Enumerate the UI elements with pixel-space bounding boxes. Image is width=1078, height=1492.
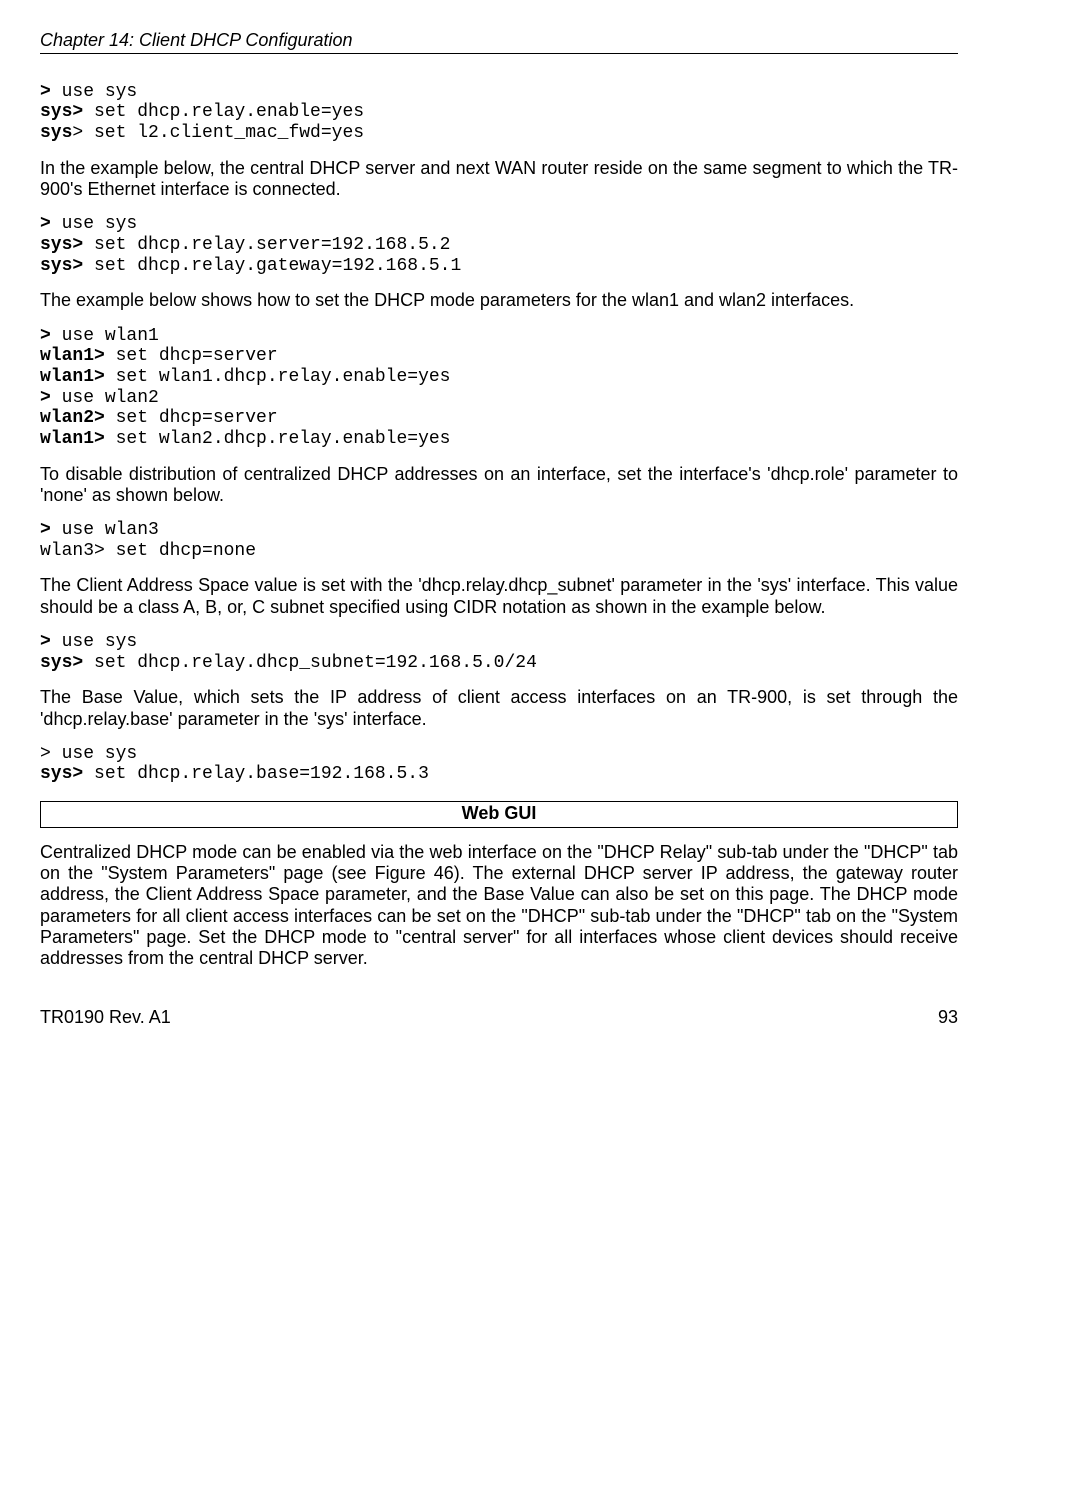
footer-doc-rev: TR0190 Rev. A1: [40, 1007, 171, 1028]
paragraph: To disable distribution of centralized D…: [40, 464, 958, 506]
web-gui-heading: Web GUI: [40, 801, 958, 828]
code-block-5: > use sys sys> set dhcp.relay.dhcp_subne…: [40, 632, 958, 673]
cmd: use sys: [51, 82, 137, 102]
code-block-4: > use wlan3 wlan3> set dhcp=none: [40, 520, 958, 561]
prompt: >: [40, 632, 51, 652]
cmd: use wlan3: [51, 520, 159, 540]
paragraph: In the example below, the central DHCP s…: [40, 158, 958, 200]
cmd: set wlan1.dhcp.relay.enable=yes: [105, 367, 451, 387]
paragraph: The example below shows how to set the D…: [40, 290, 958, 311]
code-block-1: > use sys sys> set dhcp.relay.enable=yes…: [40, 82, 958, 144]
cmd: use wlan2: [51, 388, 159, 408]
chapter-header: Chapter 14: Client DHCP Configuration: [40, 30, 958, 51]
prompt: wlan1>: [40, 429, 105, 449]
cmd: set dhcp.relay.enable=yes: [83, 102, 364, 122]
cmd: set dhcp.relay.dhcp_subnet=192.168.5.0/2…: [83, 653, 537, 673]
prompt: sys>: [40, 256, 83, 276]
header-rule: [40, 53, 958, 54]
cmd: > use sys: [40, 744, 137, 764]
prompt: >: [40, 388, 51, 408]
cmd: set dhcp.relay.base=192.168.5.3: [83, 764, 429, 784]
prompt: >: [40, 520, 51, 540]
cmd: set dhcp=server: [105, 408, 278, 428]
prompt: >: [40, 214, 51, 234]
cmd: use wlan1: [51, 326, 159, 346]
prompt: sys>: [40, 764, 83, 784]
cmd: set wlan2.dhcp.relay.enable=yes: [105, 429, 451, 449]
prompt: sys: [40, 123, 72, 143]
prompt: sys>: [40, 235, 83, 255]
cmd: set dhcp.relay.gateway=192.168.5.1: [83, 256, 461, 276]
cmd: use sys: [51, 632, 137, 652]
page-footer: TR0190 Rev. A1 93: [40, 1007, 958, 1028]
cmd: wlan3> set dhcp=none: [40, 541, 256, 561]
prompt: wlan1>: [40, 367, 105, 387]
cmd: set dhcp.relay.server=192.168.5.2: [83, 235, 450, 255]
code-block-6: > use sys sys> set dhcp.relay.base=192.1…: [40, 744, 958, 785]
prompt: wlan1>: [40, 346, 105, 366]
cmd: > set l2.client_mac_fwd=yes: [72, 123, 364, 143]
paragraph: Centralized DHCP mode can be enabled via…: [40, 842, 958, 969]
cmd: use sys: [51, 214, 137, 234]
prompt: sys>: [40, 102, 83, 122]
prompt: >: [40, 326, 51, 346]
code-block-2: > use sys sys> set dhcp.relay.server=192…: [40, 214, 958, 276]
code-block-3: > use wlan1 wlan1> set dhcp=server wlan1…: [40, 326, 958, 450]
cmd: set dhcp=server: [105, 346, 278, 366]
prompt: wlan2>: [40, 408, 105, 428]
paragraph: The Client Address Space value is set wi…: [40, 575, 958, 617]
prompt: sys>: [40, 653, 83, 673]
footer-page-number: 93: [938, 1007, 958, 1028]
paragraph: The Base Value, which sets the IP addres…: [40, 687, 958, 729]
prompt: >: [40, 82, 51, 102]
